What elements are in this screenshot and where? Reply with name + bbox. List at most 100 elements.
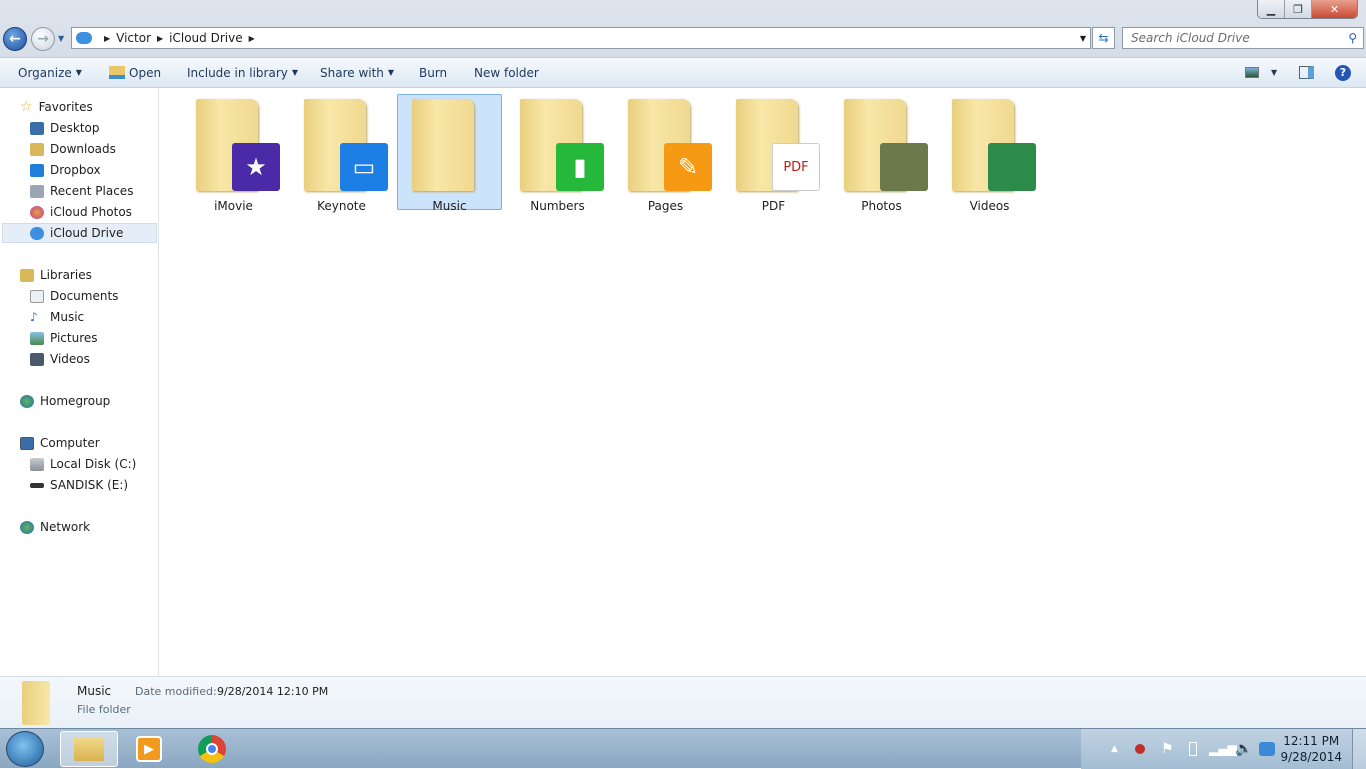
usb-drive-icon (30, 482, 44, 488)
minimize-button[interactable]: ▁ (1258, 0, 1285, 18)
search-placeholder: Search iCloud Drive (1131, 31, 1250, 45)
explorer-icon (74, 737, 104, 761)
sidebar-libraries[interactable]: Libraries (20, 265, 92, 285)
open-label: Open (129, 65, 162, 80)
folder-open-icon (109, 66, 125, 79)
sidebar-item-label: iCloud Photos (50, 205, 132, 219)
breadcrumb-arrow-icon[interactable]: ▶ (157, 34, 163, 43)
clock-time: 12:11 PM (1283, 734, 1340, 748)
restore-button[interactable]: ❐ (1285, 0, 1312, 18)
sidebar-item-label: Desktop (50, 121, 100, 135)
folder-item-pages[interactable]: ✎ Pages (613, 94, 718, 213)
folder-item-numbers[interactable]: ▮ Numbers (505, 94, 610, 213)
new-folder-label: New folder (474, 65, 539, 80)
new-folder-button[interactable]: New folder (474, 66, 539, 80)
search-icon[interactable]: ⚲ (1348, 31, 1357, 45)
back-button[interactable]: ← (3, 27, 27, 51)
sidebar-item-documents[interactable]: Documents (30, 286, 118, 306)
share-with-button[interactable]: Share with ▼ (320, 66, 394, 80)
date-modified-value: 9/28/2014 12:10 PM (217, 685, 329, 698)
breadcrumb-arrow-icon[interactable]: ▶ (249, 34, 255, 43)
battery-icon[interactable] (1189, 742, 1197, 756)
sidebar-network[interactable]: Network (20, 517, 90, 537)
help-button[interactable]: ? (1335, 64, 1351, 81)
search-input[interactable]: Search iCloud Drive ⚲ (1122, 27, 1364, 49)
recent-places-icon (30, 184, 44, 198)
sidebar-homegroup[interactable]: Homegroup (20, 391, 110, 411)
folder-item-keynote[interactable]: ▭ Keynote (289, 94, 394, 213)
include-in-library-button[interactable]: Include in library ▼ (187, 66, 298, 80)
burn-label: Burn (419, 65, 448, 80)
keynote-badge-icon: ▭ (340, 143, 388, 191)
sidebar-item-icloud-photos[interactable]: iCloud Photos (30, 202, 132, 222)
sidebar-item-videos[interactable]: Videos (30, 349, 90, 369)
folder-item-imovie[interactable]: ★ iMovie (181, 94, 286, 213)
sidebar-item-local-disk[interactable]: Local Disk (C:) (30, 454, 136, 474)
computer-label: Computer (40, 436, 100, 450)
sidebar-item-downloads[interactable]: Downloads (30, 139, 116, 159)
sidebar-item-pictures[interactable]: Pictures (30, 328, 98, 348)
folder-item-videos[interactable]: Videos (937, 94, 1042, 213)
close-button[interactable]: ✕ (1312, 0, 1357, 18)
taskbar-chrome[interactable] (183, 731, 241, 767)
address-history-dropdown[interactable]: ▼ (1080, 34, 1086, 43)
sidebar-item-icloud-drive[interactable]: iCloud Drive (2, 223, 157, 243)
show-hidden-icons[interactable]: ▲ (1111, 744, 1118, 754)
sidebar-favorites[interactable]: ☆ Favorites (20, 97, 93, 117)
folder-label: Photos (861, 199, 902, 213)
sidebar-item-label: Dropbox (50, 163, 101, 177)
action-center-flag-icon[interactable]: ⚑ (1161, 741, 1174, 757)
forward-button[interactable]: → (31, 27, 55, 51)
refresh-button[interactable]: ⇆ (1092, 27, 1115, 49)
details-name: Music (77, 684, 112, 698)
change-view-button[interactable]: ▼ (1245, 67, 1277, 78)
date-modified-label: Date modified: (135, 685, 217, 698)
sidebar-item-music[interactable]: ♪ Music (30, 307, 84, 327)
sidebar-item-label: Recent Places (50, 184, 134, 198)
desktop-icon (30, 121, 44, 135)
folder-label: Numbers (530, 199, 585, 213)
computer-icon (20, 436, 34, 450)
folder-label: PDF (761, 199, 786, 213)
homegroup-icon (20, 394, 34, 408)
sidebar-computer[interactable]: Computer (20, 433, 100, 453)
burn-button[interactable]: Burn (419, 66, 447, 80)
start-button[interactable] (6, 731, 44, 767)
sidebar-item-label: Music (50, 310, 85, 324)
icloud-drive-icon (30, 226, 44, 240)
organize-button[interactable]: Organize ▼ (18, 66, 82, 80)
pictures-icon (30, 331, 44, 345)
show-desktop-button[interactable] (1352, 729, 1366, 769)
dropbox-sync-icon[interactable] (1259, 742, 1275, 756)
taskbar-media-player[interactable]: ▶ (120, 731, 178, 767)
command-bar: Organize ▼ Open Include in library ▼ Share… (0, 57, 1366, 88)
clock[interactable]: 12:11 PM 9/28/2014 (1280, 733, 1342, 765)
music-icon: ♪ (30, 310, 38, 324)
include-label: Include in library (187, 65, 288, 80)
share-label: Share with (320, 65, 384, 80)
view-icon (1245, 67, 1259, 78)
sidebar-item-recent-places[interactable]: Recent Places (30, 181, 133, 201)
open-button[interactable]: Open (109, 66, 161, 80)
volume-icon[interactable]: 🔈 (1235, 741, 1252, 757)
folder-item-photos[interactable]: Photos (829, 94, 934, 213)
taskbar-explorer[interactable] (60, 731, 118, 767)
address-bar[interactable]: ▶ Victor ▶ iCloud Drive ▶ ▼ (71, 27, 1091, 49)
sidebar-item-sandisk[interactable]: SANDISK (E:) (30, 475, 128, 495)
folder-item-pdf[interactable]: PDF PDF (721, 94, 826, 213)
sidebar-item-desktop[interactable]: Desktop (30, 118, 100, 138)
dropbox-icon (30, 163, 44, 177)
signal-icon[interactable]: ▂▄▆ (1209, 742, 1237, 756)
sidebar-item-label: Local Disk (C:) (50, 457, 137, 471)
chevron-down-icon: ▼ (291, 68, 299, 77)
breadcrumb-victor[interactable]: Victor (116, 31, 151, 45)
documents-icon (30, 289, 44, 303)
recent-pages-dropdown[interactable]: ▼ (58, 34, 64, 43)
app-tray-icon[interactable] (1135, 744, 1145, 754)
folder-item-music[interactable]: Music (397, 94, 502, 213)
breadcrumb-arrow-icon[interactable]: ▶ (104, 34, 110, 43)
breadcrumb-icloud-drive[interactable]: iCloud Drive (169, 31, 242, 45)
folder-label: Pages (647, 199, 684, 213)
preview-pane-button[interactable] (1299, 66, 1314, 79)
sidebar-item-dropbox[interactable]: Dropbox (30, 160, 101, 180)
